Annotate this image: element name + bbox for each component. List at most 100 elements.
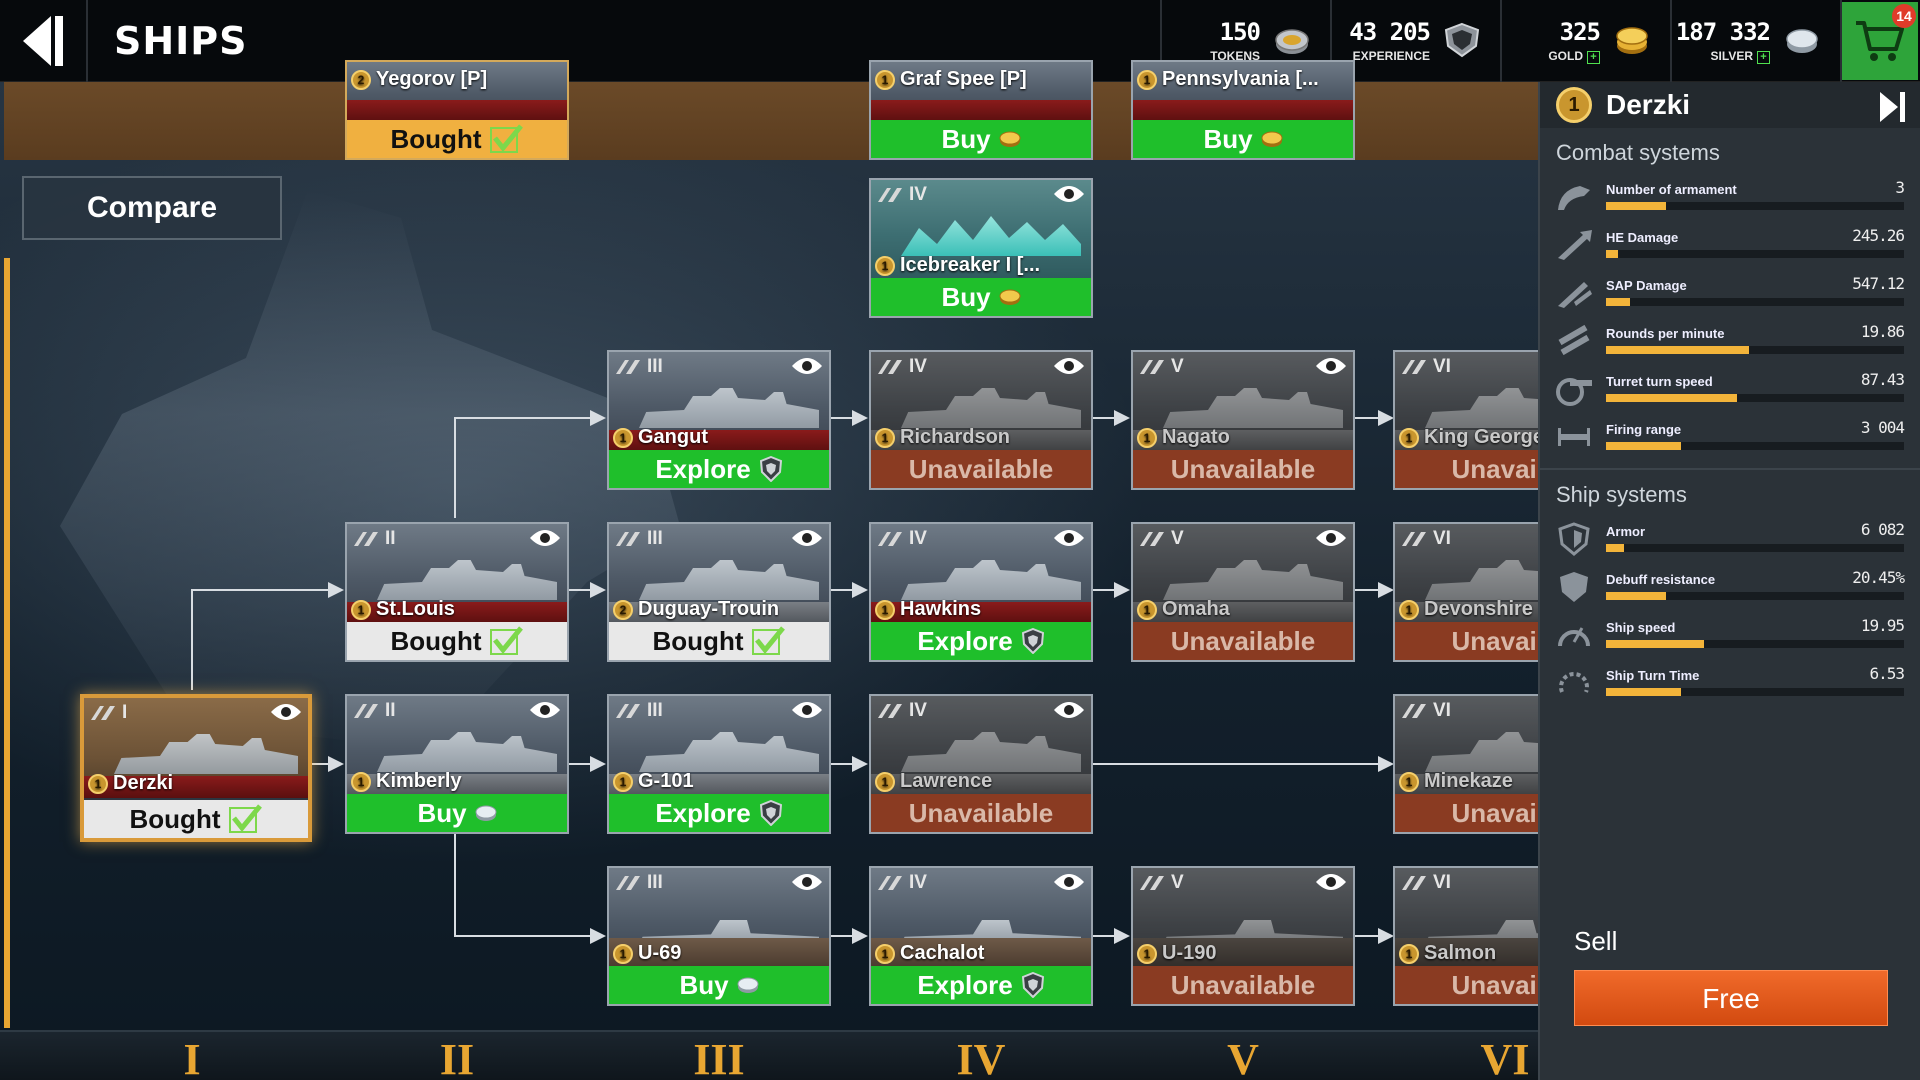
preview-eye-icon[interactable] [1053,356,1085,376]
add-gold-icon[interactable]: + [1587,51,1600,64]
action-label: Bought [390,124,482,154]
action-label: Buy [1203,124,1253,154]
tier-label: II [353,700,396,722]
back-button[interactable] [0,0,88,82]
ship-action-button[interactable]: Unavailable [871,794,1091,832]
rank-badge: 1 [1137,69,1157,90]
ship-action-button[interactable]: Buy [871,278,1091,316]
tier-label: V [1139,872,1184,894]
stat-row: Ship speed 19.95 [1540,610,1920,658]
preview-eye-icon[interactable] [791,700,823,720]
preview-eye-icon[interactable] [1053,872,1085,892]
preview-eye-icon[interactable] [1315,872,1347,892]
stat-row: Armor 6 082 [1540,514,1920,562]
ship-card-omaha[interactable]: V 1 Omaha Unavailable [1131,522,1355,662]
preview-eye-icon[interactable] [791,528,823,548]
rounds-icon [1558,324,1590,356]
ship-card-kimberly[interactable]: II 1 Kimberly Buy [345,694,569,834]
ship-card-nagato[interactable]: V 1 Nagato Unavailable [1131,350,1355,490]
ship-action-button[interactable]: Bought [347,622,567,660]
ship-card-u190[interactable]: V 1 U-190 Unavailable [1131,866,1355,1006]
ship-action-button[interactable]: Explore [871,966,1091,1004]
ship-card-gangut[interactable]: III 1 Gangut Explore [607,350,831,490]
ship-card-duguay[interactable]: III 2 Duguay-Trouin Bought [607,522,831,662]
ship-action-button[interactable]: Explore [609,794,829,832]
armament-icon [1558,186,1590,210]
tier-label: III [615,356,663,378]
preview-eye-icon[interactable] [1053,528,1085,548]
rank-badge: 1 [875,255,895,276]
rank-badge: 1 [1556,87,1592,123]
stat-value: 19.86 [1860,322,1905,341]
ship-name: 1 St.Louis [351,598,455,621]
ship-card-cachalot[interactable]: IV 1 Cachalot Explore [869,866,1093,1006]
ship-name: 1 Cachalot [875,942,984,965]
ship-action-button[interactable]: Unavailable [1133,622,1353,660]
add-silver-icon[interactable]: + [1757,51,1770,64]
speed-icon [1558,627,1590,647]
armor-icon [1558,522,1590,556]
preview-eye-icon[interactable] [529,700,561,720]
turn-time-icon [1559,672,1589,693]
preview-eye-icon[interactable] [791,872,823,892]
ship-action-button[interactable]: Unavailable [871,450,1091,488]
ship-action-button[interactable]: Bought [84,800,308,838]
preview-eye-icon[interactable] [1053,184,1085,204]
tier-label: VI [1401,700,1451,722]
stat-bar [1606,298,1904,306]
ship-card-stlouis[interactable]: II 1 St.Louis Bought [345,522,569,662]
ship-action-button[interactable]: Buy [609,966,829,1004]
sap-damage-icon [1558,282,1592,308]
ship-name-text: Omaha [1162,598,1230,620]
tier-numeral: II [385,700,396,721]
ship-action-button[interactable]: Explore [871,622,1091,660]
preview-eye-icon[interactable] [1315,528,1347,548]
preview-eye-icon[interactable] [791,356,823,376]
ship-card-pennsylvania[interactable]: 1 Pennsylvania [... Buy [1131,60,1355,160]
ship-action-button[interactable]: Buy [347,794,567,832]
preview-eye-icon[interactable] [1053,700,1085,720]
preview-eye-icon[interactable] [529,528,561,548]
stat-bar-fill [1606,688,1681,696]
stat-bar-fill [1606,442,1681,450]
tier-label: IV [877,184,927,206]
ship-name: 1 Minekaze [1399,770,1513,793]
tier-column-label: III [693,1035,745,1080]
preview-eye-icon[interactable] [1315,356,1347,376]
ship-action-button[interactable]: Unavailable [1133,966,1353,1004]
ship-card-derzki[interactable]: I 1 Derzki Bought [80,694,312,842]
ship-action-button[interactable]: Explore [609,450,829,488]
compare-button[interactable]: Compare [22,176,282,240]
tier-numeral: VI [1433,528,1451,549]
tier-column-label: II [439,1035,475,1080]
range-icon [1558,428,1590,446]
stat-value: 19.95 [1860,616,1905,635]
ship-card-richardson[interactable]: IV 1 Richardson Unavailable [869,350,1093,490]
ship-card-lawrence[interactable]: IV 1 Lawrence Unavailable [869,694,1093,834]
collapse-panel-icon[interactable] [1876,90,1906,124]
ship-card-u69[interactable]: III 1 U-69 Buy [607,866,831,1006]
stat-bar-fill [1606,346,1750,354]
turret-icon [1556,378,1592,406]
shop-cart-button[interactable]: 14 [1842,2,1918,80]
ship-action-button[interactable]: Bought [347,120,567,158]
gold-counter[interactable]: 325 GOLD + [1502,0,1672,82]
stat-row: Debuff resistance 20.45% [1540,562,1920,610]
preview-eye-icon[interactable] [270,702,302,722]
sell-free-button[interactable]: Free [1574,970,1888,1026]
stat-bar-fill [1606,640,1705,648]
ship-action-button[interactable]: Buy [871,120,1091,158]
ship-action-button[interactable]: Buy [1133,120,1353,158]
ship-action-button[interactable]: Bought [609,622,829,660]
silver-counter[interactable]: 187 332 SILVER + [1672,0,1842,82]
ship-card-g101[interactable]: III 1 G-101 Explore [607,694,831,834]
ship-card-grafspee[interactable]: 1 Graf Spee [P] Buy [869,60,1093,160]
ship-name-text: G-101 [638,770,694,792]
ship-card-yegorov[interactable]: 2 Yegorov [P] Bought [345,60,569,160]
ship-card-hawkins[interactable]: IV 1 Hawkins Explore [869,522,1093,662]
ship-name-text: Derzki [113,772,174,794]
ship-card-icebreaker[interactable]: IV 1 Icebreaker I [... Buy [869,178,1093,318]
stat-value: 6 082 [1860,520,1905,539]
action-label: Unavailable [908,798,1054,828]
ship-action-button[interactable]: Unavailable [1133,450,1353,488]
